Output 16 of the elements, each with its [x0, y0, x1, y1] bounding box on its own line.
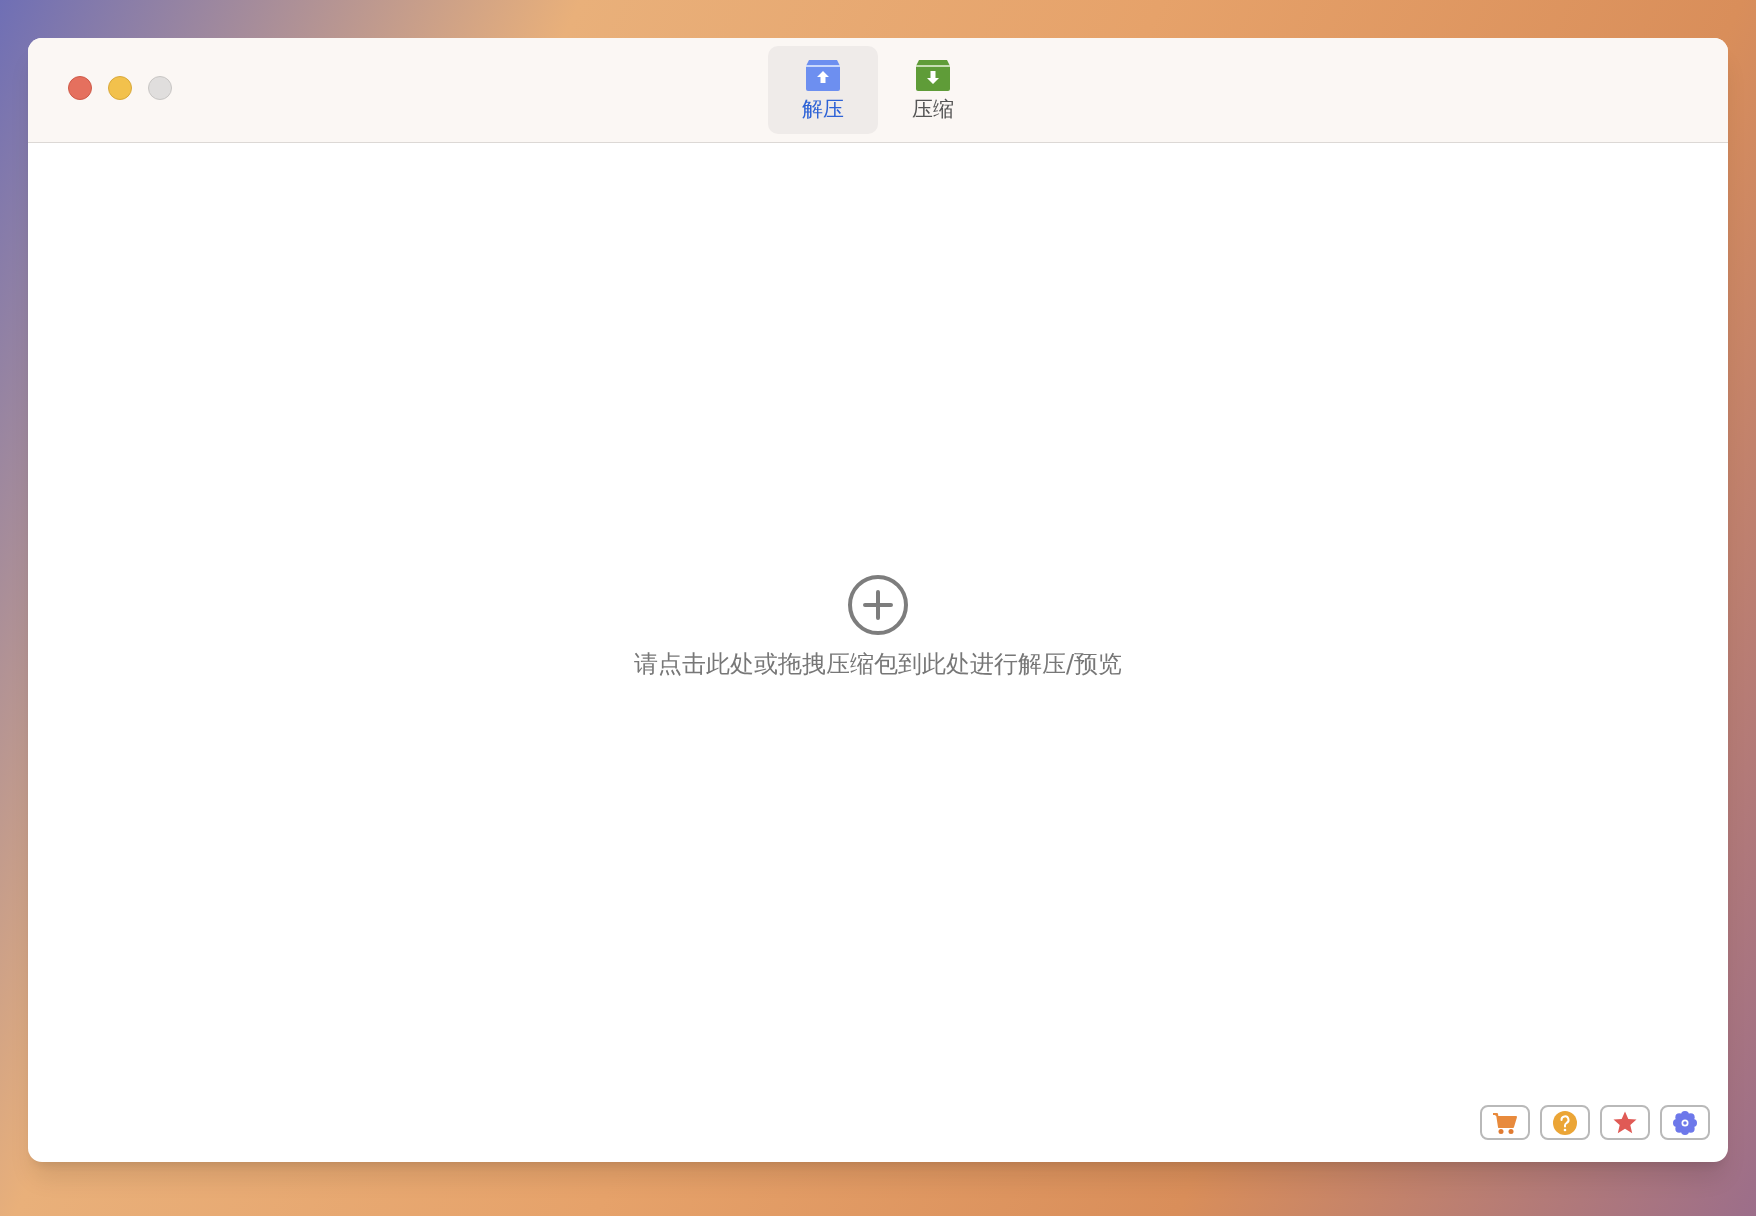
settings-icon: [1672, 1109, 1698, 1136]
help-icon: [1552, 1109, 1578, 1136]
close-button[interactable]: [68, 76, 92, 100]
favorite-button[interactable]: [1600, 1105, 1650, 1140]
settings-button[interactable]: [1660, 1105, 1710, 1140]
cart-button[interactable]: [1480, 1105, 1530, 1140]
help-button[interactable]: [1540, 1105, 1590, 1140]
box-download-icon: [915, 58, 951, 92]
toolbar-tab[interactable]: 压缩: [878, 46, 988, 134]
box-upload-icon: [805, 58, 841, 92]
minimize-button[interactable]: [108, 76, 132, 100]
add-icon: [847, 573, 909, 636]
drop-zone[interactable]: 请点击此处或拖拽压缩包到此处进行解压/预览: [28, 143, 1728, 1162]
drop-hint-text: 请点击此处或拖拽压缩包到此处进行解压/预览: [633, 648, 1123, 680]
cart-icon: [1492, 1110, 1518, 1135]
toolbar-tab[interactable]: 解压: [768, 46, 878, 134]
